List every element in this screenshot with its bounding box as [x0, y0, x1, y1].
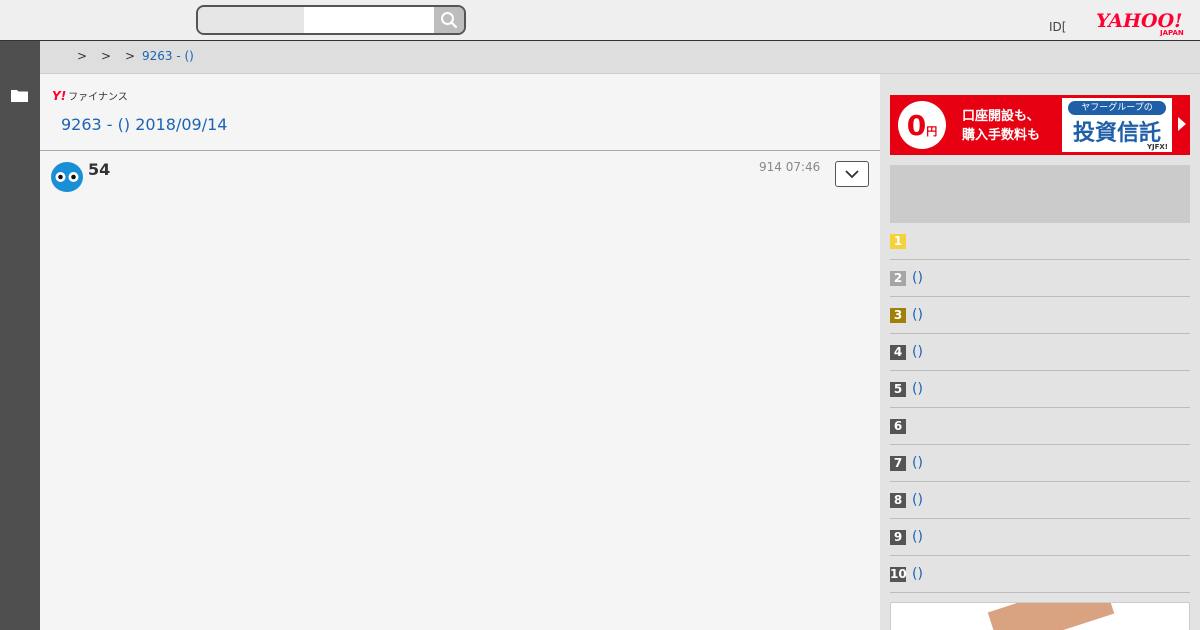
ranking-header-placeholder [890, 165, 1190, 223]
ad-zero-yen: 0円 [898, 101, 946, 149]
finance-logo[interactable]: Y! ファイナンス [52, 88, 128, 104]
rank-link[interactable]: () [912, 381, 923, 397]
list-item[interactable]: 8 () [890, 482, 1190, 519]
post-number: 54 [88, 160, 111, 179]
rank-badge: 2 [890, 270, 906, 286]
rank-link[interactable]: () [912, 492, 923, 508]
ad-arrow-icon [1178, 117, 1186, 131]
list-item[interactable]: 7 () [890, 445, 1190, 482]
ad-line-2: 購入手数料も [962, 128, 1041, 143]
yahoo-id-link[interactable]: ID[ [1049, 20, 1066, 34]
page-title[interactable]: 9263 - () 2018/09/14 [61, 115, 227, 134]
ad-product-panel: ヤフーグループの 投資信託 YJFX! [1062, 98, 1172, 152]
post-timestamp: 914 07:46 [759, 160, 821, 174]
rank-badge: 5 [890, 381, 906, 397]
rank-badge: 1 [890, 233, 906, 249]
service-name: ファイナンス [68, 92, 128, 103]
search-icon [441, 12, 458, 29]
rank-badge: 4 [890, 344, 906, 360]
search-input[interactable] [304, 7, 434, 33]
yahoo-japan-logo[interactable]: YAHOO! JAPAN [1096, 10, 1188, 36]
ad-brand: YJFX! [1146, 143, 1168, 151]
main-content: Y! ファイナンス 9263 - () 2018/09/14 54 914 07… [40, 74, 880, 630]
list-item[interactable]: 2 () [890, 260, 1190, 297]
ad-image [987, 603, 1115, 630]
breadcrumb: > > > 9263 - () [70, 49, 194, 63]
ad-line-1: 口座開設も、 [962, 109, 1040, 124]
post-menu-button[interactable] [835, 161, 869, 187]
list-item[interactable]: 10 () [890, 556, 1190, 593]
rank-badge: 9 [890, 529, 906, 545]
list-item[interactable]: 6 [890, 408, 1190, 445]
breadcrumb-current[interactable]: 9263 - () [142, 49, 194, 63]
rank-badge: 6 [890, 418, 906, 434]
bottom-ad[interactable] [890, 602, 1190, 630]
list-item[interactable]: 5 () [890, 371, 1190, 408]
rank-link[interactable]: () [912, 455, 923, 471]
ranking-list: 1 2 () 3 () 4 () 5 () 6 7 () 8 () 9 () 10 () [890, 223, 1190, 593]
rank-link[interactable]: () [912, 566, 923, 582]
ad-copy: 口座開設も、 購入手数料も [962, 107, 1040, 145]
breadcrumb-separator: > [100, 49, 112, 63]
search-button[interactable] [434, 7, 464, 33]
rank-badge: 7 [890, 455, 906, 471]
list-item[interactable]: 3 () [890, 297, 1190, 334]
top-bar: ID[ YAHOO! JAPAN [0, 0, 1200, 41]
rank-badge: 10 [890, 566, 907, 582]
yahoo-y-icon: Y! [52, 88, 67, 103]
rank-badge: 3 [890, 307, 906, 323]
avatar [51, 162, 83, 192]
svg-text:JAPAN: JAPAN [1159, 29, 1184, 36]
list-item[interactable]: 9 () [890, 519, 1190, 556]
search-category-select[interactable] [198, 7, 304, 33]
chevron-down-icon [845, 170, 859, 179]
rank-badge: 8 [890, 492, 906, 508]
search-box [196, 5, 466, 35]
list-item[interactable]: 4 () [890, 334, 1190, 371]
ad-yen-text: 円 [926, 125, 938, 138]
list-item[interactable]: 1 [890, 223, 1190, 260]
ad-banner[interactable]: 0円 口座開設も、 購入手数料も ヤフーグループの 投資信託 YJFX! [890, 95, 1190, 155]
folder-icon[interactable] [11, 89, 28, 102]
rank-link[interactable]: () [912, 307, 923, 323]
rank-link[interactable]: () [912, 270, 923, 286]
ad-zero-text: 0 [906, 108, 927, 142]
breadcrumb-separator: > [76, 49, 88, 63]
left-rail [0, 41, 40, 630]
breadcrumb-bar: > > > 9263 - () [40, 41, 1200, 74]
breadcrumb-separator: > [124, 49, 136, 63]
right-sidebar: 0円 口座開設も、 購入手数料も ヤフーグループの 投資信託 YJFX! 1 2 (… [880, 74, 1200, 630]
rank-link[interactable]: () [912, 344, 923, 360]
divider [40, 150, 880, 151]
rank-link[interactable]: () [912, 529, 923, 545]
ad-badge: ヤフーグループの [1068, 101, 1166, 115]
